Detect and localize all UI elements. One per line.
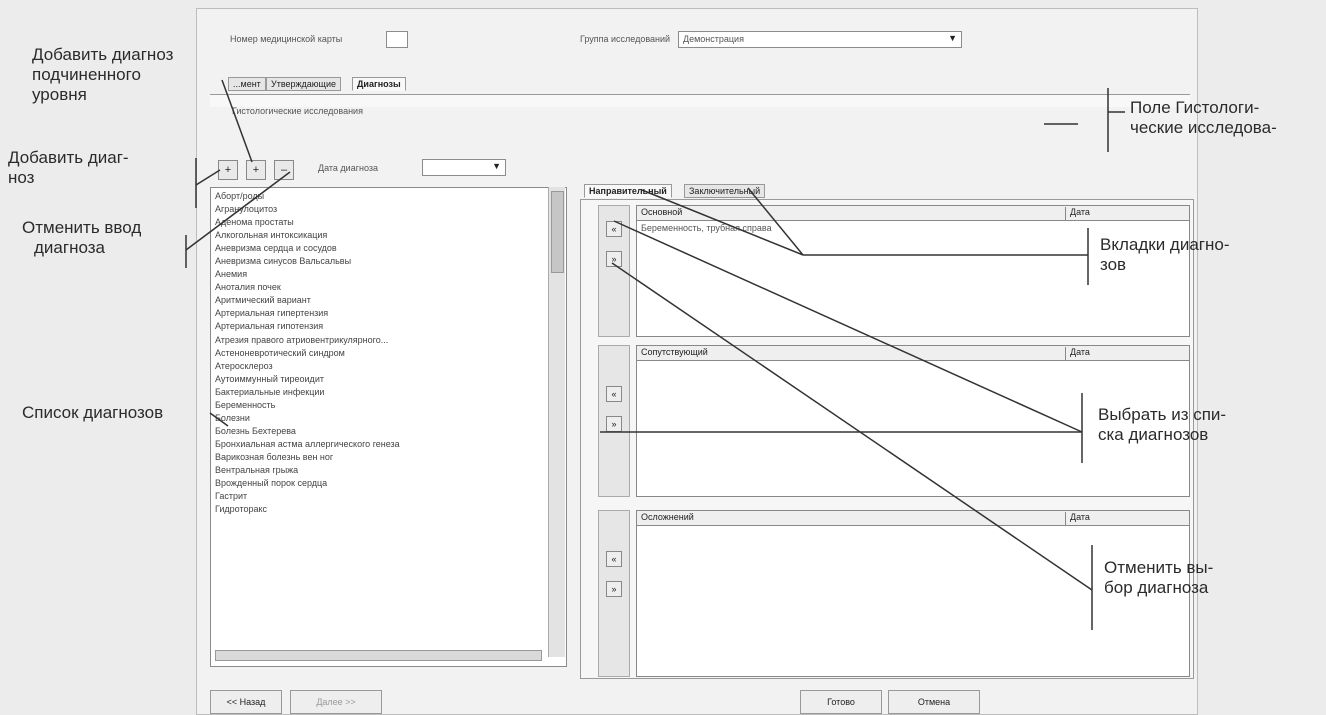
callout-cancel-input: Отменить ввод диагноза — [22, 218, 141, 258]
callout-diagnosis-tabs: Вкладки диагно- зов — [1100, 235, 1230, 275]
callout-choose-from-list: Выбрать из спи- ска диагнозов — [1098, 405, 1226, 445]
callout-line: подчиненного — [32, 65, 141, 84]
callout-line: зов — [1100, 255, 1127, 274]
callout-line: Отменить вы- — [1104, 558, 1214, 577]
callout-line: Добавить диагноз — [32, 45, 174, 64]
callout-lines — [185, 79, 1125, 630]
callout-line: Список диагнозов — [22, 403, 164, 422]
callout-add-sub-diagnosis: Добавить диагноз подчиненного уровня — [32, 45, 173, 105]
callout-line: Поле Гистологи- — [1130, 98, 1260, 117]
callout-line: ска диагнозов — [1098, 425, 1209, 444]
callout-line: Отменить ввод — [22, 218, 142, 237]
callout-line: Добавить диаг- — [8, 148, 129, 167]
callout-histology-field: Поле Гистологи- ческие исследова- — [1130, 98, 1277, 138]
callout-diagnosis-list: Список диагнозов — [22, 403, 163, 423]
callout-line: Выбрать из спи- — [1098, 405, 1227, 424]
callout-line: уровня — [32, 85, 87, 104]
callout-cancel-choice: Отменить вы- бор диагноза — [1104, 558, 1213, 598]
callout-line: ческие исследова- — [1130, 118, 1277, 137]
callout-add-diagnosis: Добавить диаг- ноз — [8, 148, 129, 188]
callout-line: Вкладки диагно- — [1100, 235, 1230, 254]
callout-line: бор диагноза — [1104, 578, 1209, 597]
callout-line: диагноза — [34, 238, 105, 257]
callout-line: ноз — [8, 168, 35, 187]
